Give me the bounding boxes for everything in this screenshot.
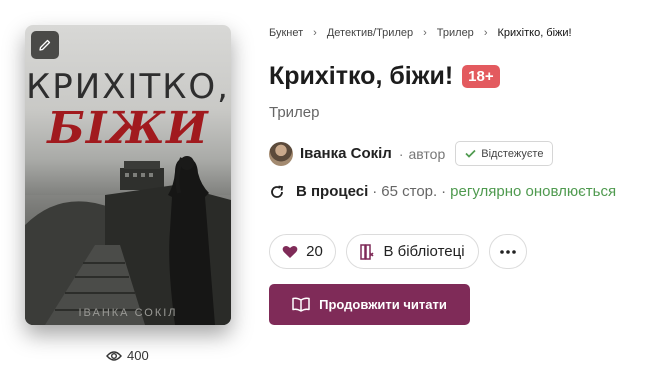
edit-cover-button[interactable]	[31, 31, 59, 59]
follow-button[interactable]: Відстежуєте	[455, 141, 554, 166]
likes-count: 20	[306, 243, 323, 260]
author-name[interactable]: Іванка Сокіл	[300, 145, 392, 162]
cover-title-line2: БІЖИ	[47, 103, 209, 154]
continue-reading-label: Продовжити читати	[319, 297, 447, 312]
chevron-right-icon: ›	[313, 27, 317, 39]
views-counter: 400	[106, 348, 149, 363]
breadcrumb-category[interactable]: Детектив/Трилер	[327, 27, 413, 39]
continue-reading-button[interactable]: Продовжити читати	[269, 284, 470, 325]
actions-row: 20 В бібліотеці	[269, 234, 527, 269]
follow-label: Відстежуєте	[481, 147, 544, 160]
chevron-right-icon: ›	[483, 27, 488, 39]
breadcrumb: Букнет › Детектив/Трилер › Трилер › Крих…	[269, 27, 572, 39]
cover-title-line1: КРИХІТКО,	[26, 67, 230, 107]
author-role: автор	[408, 145, 446, 162]
book-title: Крихітко, біжи!	[269, 62, 454, 90]
book-cover[interactable]: КРИХІТКО, БІЖИ ІВАНКА СОКІЛ	[25, 25, 231, 325]
page-count: 65 стор.	[381, 183, 438, 200]
pencil-icon	[39, 39, 51, 51]
refresh-icon	[269, 184, 285, 200]
age-rating-badge: 18+	[462, 65, 500, 88]
views-count: 400	[127, 348, 149, 363]
check-icon	[465, 149, 476, 158]
breadcrumb-current: Крихітко, біжи!	[497, 27, 572, 39]
more-options-button[interactable]	[489, 234, 527, 269]
eye-icon	[106, 350, 122, 361]
status-row: В процесі · 65 стор. · регулярно оновлює…	[269, 183, 616, 200]
more-dots-icon	[500, 249, 516, 254]
breadcrumb-genre[interactable]: Трилер	[437, 27, 474, 39]
cover-author: ІВАНКА СОКІЛ	[78, 307, 178, 319]
chevron-right-icon: ›	[423, 27, 427, 39]
author-row: Іванка Сокіл · автор Відстежуєте	[269, 141, 554, 166]
update-frequency: регулярно оновлюється	[450, 183, 617, 200]
heart-icon	[282, 245, 298, 258]
author-avatar[interactable]	[269, 141, 293, 166]
library-icon	[360, 243, 374, 260]
genre-link[interactable]: Трилер	[269, 104, 319, 121]
author-role-wrap: · автор	[398, 145, 446, 162]
breadcrumb-home[interactable]: Букнет	[269, 27, 303, 39]
library-label: В бібліотеці	[383, 243, 465, 260]
status-label: В процесі	[296, 183, 369, 200]
like-button[interactable]: 20	[269, 234, 336, 269]
open-book-icon	[292, 297, 310, 312]
title-row: Крихітко, біжи! 18+	[269, 62, 500, 91]
library-button[interactable]: В бібліотеці	[346, 234, 479, 269]
